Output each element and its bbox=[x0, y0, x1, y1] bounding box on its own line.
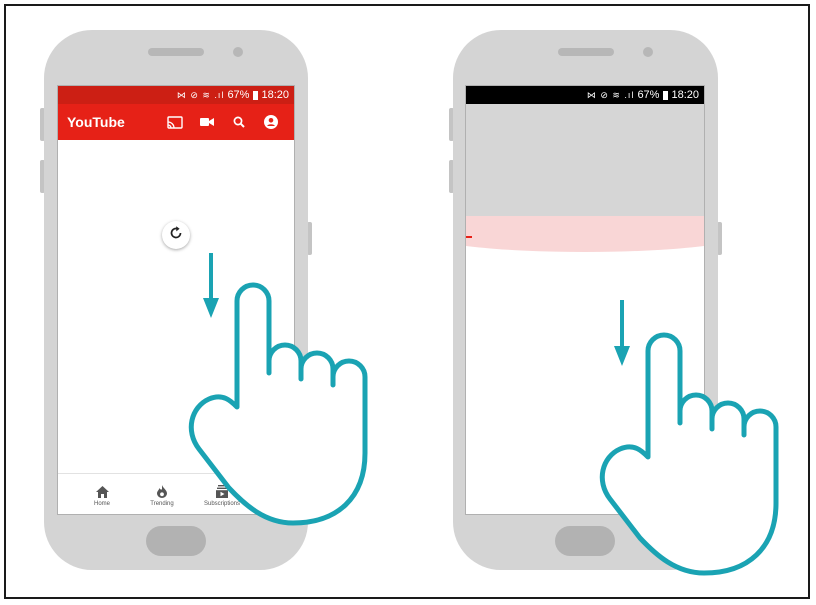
search-icon[interactable] bbox=[225, 112, 253, 132]
speaker-grill bbox=[558, 48, 614, 56]
right-phone-screen: ⋈ ⊘ ≋ .ıl 67% 18:20 bbox=[465, 85, 705, 515]
speaker-grill bbox=[148, 48, 204, 56]
bottom-navigation: Home Trending Subscriptions bbox=[58, 473, 294, 514]
nav-label: Trending bbox=[150, 500, 174, 507]
pull-to-refresh-spinner bbox=[162, 221, 190, 249]
app-bar: YouTube bbox=[58, 104, 294, 140]
status-bar: ⋈ ⊘ ≋ .ıl 67% 18:20 bbox=[58, 86, 294, 104]
status-icons: ⋈ ⊘ ≋ .ıl bbox=[586, 89, 635, 100]
front-camera bbox=[643, 47, 653, 57]
nav-item-subscriptions[interactable]: Subscriptions bbox=[192, 474, 252, 514]
overscroll-edge bbox=[466, 236, 472, 238]
front-camera bbox=[233, 47, 243, 57]
account-icon[interactable] bbox=[257, 112, 285, 132]
subscriptions-icon bbox=[216, 482, 228, 498]
clock: 18:20 bbox=[671, 89, 699, 101]
left-phone-body: ⋈ ⊘ ≋ .ıl 67% 18:20 YouTube Home Trendin… bbox=[44, 30, 308, 570]
nav-label: Subscriptions bbox=[203, 500, 241, 507]
nav-item-trending[interactable]: Trending bbox=[132, 474, 192, 514]
flame-icon bbox=[157, 482, 167, 498]
home-key[interactable] bbox=[555, 526, 615, 556]
refresh-icon bbox=[168, 225, 184, 246]
battery-icon bbox=[253, 90, 259, 100]
home-key[interactable] bbox=[146, 526, 206, 556]
home-icon bbox=[95, 482, 109, 498]
battery-percent: 67% bbox=[227, 89, 250, 101]
cast-icon[interactable] bbox=[161, 112, 189, 132]
right-phone-body: ⋈ ⊘ ≋ .ıl 67% 18:20 bbox=[453, 30, 718, 570]
video-camera-icon[interactable] bbox=[193, 112, 221, 132]
battery-percent: 67% bbox=[637, 89, 660, 101]
status-icons: ⋈ ⊘ ≋ .ıl bbox=[176, 89, 225, 100]
clock: 18:20 bbox=[261, 89, 289, 101]
overscroll-glow bbox=[466, 216, 704, 252]
status-bar: ⋈ ⊘ ≋ .ıl 67% 18:20 bbox=[466, 86, 704, 104]
nav-label: Home bbox=[93, 500, 110, 507]
app-title: YouTube bbox=[67, 114, 125, 130]
battery-icon bbox=[663, 90, 669, 100]
left-phone-screen: ⋈ ⊘ ≋ .ıl 67% 18:20 YouTube Home Trendin… bbox=[57, 85, 295, 515]
nav-item-home[interactable]: Home bbox=[72, 474, 132, 514]
